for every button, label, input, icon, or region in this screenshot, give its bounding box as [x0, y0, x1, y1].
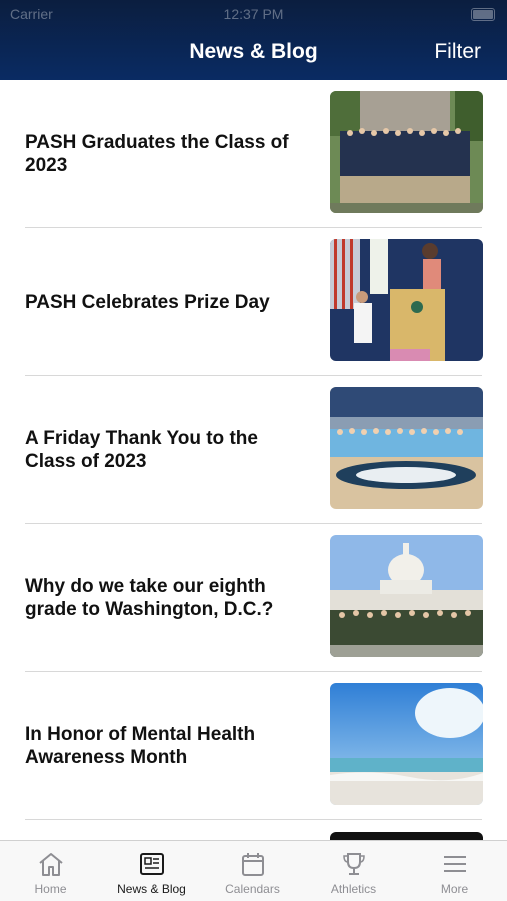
tab-bar: Home News & Blog Calendars Athletics Mor… — [0, 840, 507, 901]
article-list: PASH Graduates the Class of 2023 PASH Ce… — [0, 80, 507, 820]
article-title: A Friday Thank You to the Class of 2023 — [25, 428, 258, 472]
divider — [25, 819, 482, 820]
status-time: 12:37 PM — [223, 6, 284, 22]
filter-button[interactable]: Filter — [434, 40, 481, 64]
article-title: PASH Graduates the Class of 2023 — [25, 132, 289, 176]
article-item[interactable]: Why do we take our eighth grade to Washi… — [0, 524, 507, 672]
article-thumbnail — [330, 387, 483, 509]
trophy-icon — [342, 853, 365, 875]
tab-calendars[interactable]: Calendars — [202, 841, 303, 901]
tab-label: Home — [34, 882, 67, 896]
battery-icon — [471, 8, 495, 21]
tab-home[interactable]: Home — [0, 841, 101, 901]
article-thumbnail — [330, 535, 483, 657]
article-thumbnail — [330, 683, 483, 805]
article-item[interactable]: PASH Celebrates Prize Day — [0, 228, 507, 376]
article-thumbnail — [330, 239, 483, 361]
tab-athletics[interactable]: Athletics — [303, 841, 404, 901]
article-item[interactable]: PASH Graduates the Class of 2023 — [0, 80, 507, 228]
tab-label: News & Blog — [117, 882, 186, 896]
article-title: PASH Celebrates Prize Day — [25, 291, 270, 313]
article-title: In Honor of Mental Health Awareness Mont… — [25, 724, 256, 768]
tab-label: Calendars — [225, 882, 280, 896]
menu-icon — [443, 856, 466, 872]
article-item[interactable]: In Honor of Mental Health Awareness Mont… — [0, 672, 507, 820]
article-thumbnail — [330, 91, 483, 213]
nav-header: Carrier 12:37 PM News & Blog Filter — [0, 0, 507, 80]
newspaper-icon — [139, 853, 164, 875]
tab-label: Athletics — [330, 882, 377, 896]
home-icon — [38, 853, 63, 876]
page-title: News & Blog — [189, 40, 318, 63]
status-bar: Carrier 12:37 PM — [0, 6, 507, 24]
article-item[interactable]: A Friday Thank You to the Class of 2023 — [0, 376, 507, 524]
calendar-icon — [241, 853, 264, 876]
tab-more[interactable]: More — [404, 841, 505, 901]
tab-label: More — [440, 882, 469, 896]
tab-news-blog[interactable]: News & Blog — [101, 841, 202, 901]
article-title: Why do we take our eighth grade to Washi… — [25, 576, 274, 620]
